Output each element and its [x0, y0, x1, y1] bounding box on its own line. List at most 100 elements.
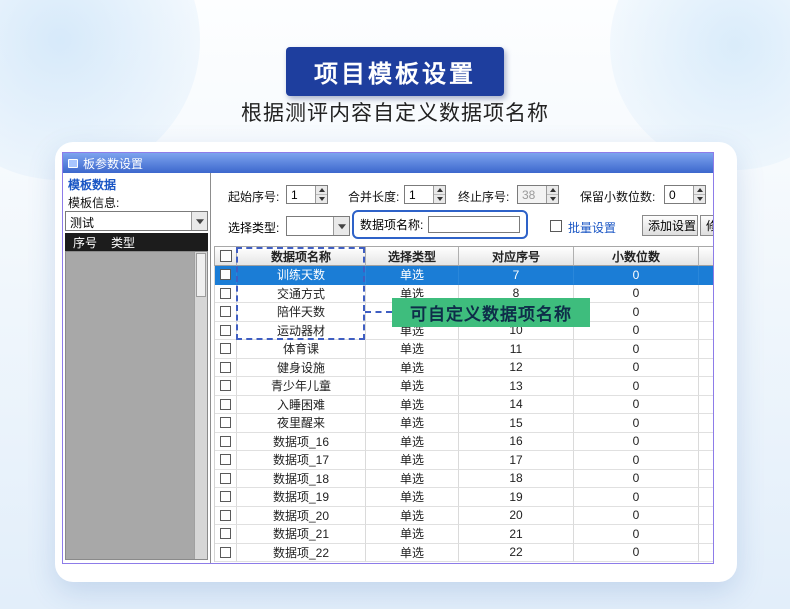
- table-row[interactable]: 健身设施 单选 12 0: [214, 359, 714, 378]
- row-checkbox[interactable]: [220, 343, 231, 354]
- cell-select-type: 单选: [366, 470, 459, 489]
- spinner-arrows[interactable]: [693, 186, 705, 203]
- row-checkbox[interactable]: [220, 528, 231, 539]
- sidebar-scrollbar[interactable]: [194, 252, 207, 559]
- chevron-down-icon[interactable]: [191, 212, 207, 230]
- header-index[interactable]: 对应序号: [459, 247, 574, 266]
- header-data-item-name[interactable]: 数据项名称: [237, 247, 366, 266]
- cell-data-item-name: 健身设施: [237, 359, 366, 378]
- cell-decimals: 0: [574, 507, 699, 526]
- table-row[interactable]: 数据项_21 单选 21 0: [214, 525, 714, 544]
- spin-down-icon[interactable]: [694, 195, 705, 203]
- cell-select-type: 单选: [366, 525, 459, 544]
- cell-select-type: 单选: [366, 507, 459, 526]
- row-checkbox-cell: [215, 451, 237, 470]
- spin-up-icon[interactable]: [434, 186, 445, 195]
- row-checkbox-cell: [215, 433, 237, 452]
- cell-decimals: 0: [574, 303, 699, 322]
- table-row[interactable]: 训练天数 单选 7 0: [214, 266, 714, 285]
- row-checkbox[interactable]: [220, 306, 231, 317]
- row-checkbox[interactable]: [220, 399, 231, 410]
- modify-setting-button[interactable]: 修改: [700, 215, 714, 236]
- add-setting-button[interactable]: 添加设置: [642, 215, 698, 236]
- row-checkbox[interactable]: [220, 325, 231, 336]
- start-index-label: 起始序号:: [228, 188, 279, 205]
- spin-up-icon[interactable]: [694, 186, 705, 195]
- table-row[interactable]: 数据项_19 单选 19 0: [214, 488, 714, 507]
- header-select-type[interactable]: 选择类型: [366, 247, 459, 266]
- cell-select-type: 单选: [366, 377, 459, 396]
- template-select[interactable]: 测试: [65, 211, 208, 231]
- table-row[interactable]: 体育课 单选 11 0: [214, 340, 714, 359]
- table-row[interactable]: 数据项_17 单选 17 0: [214, 451, 714, 470]
- sidebar-section-template-data[interactable]: 模板数据: [68, 176, 116, 193]
- sidebar-scrollbar-thumb[interactable]: [196, 253, 206, 297]
- spin-down-icon: [547, 195, 558, 203]
- row-checkbox[interactable]: [220, 473, 231, 484]
- row-checkbox[interactable]: [220, 491, 231, 502]
- chevron-down-icon[interactable]: [333, 217, 349, 235]
- template-select-value: 测试: [66, 212, 191, 230]
- spin-down-icon[interactable]: [434, 195, 445, 203]
- cell-extra: [699, 433, 714, 452]
- row-checkbox[interactable]: [220, 269, 231, 280]
- select-type-combo[interactable]: [286, 216, 350, 236]
- cell-select-type: 单选: [366, 266, 459, 285]
- start-index-value[interactable]: 1: [287, 186, 315, 203]
- row-checkbox[interactable]: [220, 417, 231, 428]
- decimal-places-spinner[interactable]: 0: [664, 185, 706, 204]
- cell-index: 21: [459, 525, 574, 544]
- table-row[interactable]: 青少年儿童 单选 13 0: [214, 377, 714, 396]
- merge-length-value[interactable]: 1: [405, 186, 433, 203]
- merge-length-spinner[interactable]: 1: [404, 185, 446, 204]
- cell-decimals: 0: [574, 340, 699, 359]
- table-row[interactable]: 夜里醒来 单选 15 0: [214, 414, 714, 433]
- table-row[interactable]: 数据项_22 单选 22 0: [214, 544, 714, 563]
- page-subtitle: 根据测评内容自定义数据项名称: [0, 97, 790, 127]
- cell-index: 19: [459, 488, 574, 507]
- window-titlebar[interactable]: 板参数设置: [63, 153, 713, 173]
- data-item-name-label: 数据项名称:: [360, 216, 423, 233]
- table-row[interactable]: 数据项_18 单选 18 0: [214, 470, 714, 489]
- spinner-arrows[interactable]: [315, 186, 327, 203]
- cell-extra: [699, 414, 714, 433]
- row-checkbox[interactable]: [220, 380, 231, 391]
- cell-decimals: 0: [574, 359, 699, 378]
- row-checkbox-cell: [215, 470, 237, 489]
- cell-index: 16: [459, 433, 574, 452]
- start-index-spinner[interactable]: 1: [286, 185, 328, 204]
- row-checkbox[interactable]: [220, 288, 231, 299]
- cell-extra: [699, 266, 714, 285]
- table-row[interactable]: 数据项_16 单选 16 0: [214, 433, 714, 452]
- cell-extra: [699, 544, 714, 563]
- spin-up-icon[interactable]: [316, 186, 327, 195]
- sidebar-column-index: 序号: [65, 234, 111, 251]
- table-row[interactable]: 入睡困难 单选 14 0: [214, 396, 714, 415]
- row-checkbox[interactable]: [220, 362, 231, 373]
- cell-extra: [699, 470, 714, 489]
- cell-select-type: 单选: [366, 433, 459, 452]
- spinner-arrows[interactable]: [433, 186, 445, 203]
- header-decimals[interactable]: 小数位数: [574, 247, 699, 266]
- row-checkbox[interactable]: [220, 436, 231, 447]
- table-row[interactable]: 数据项_20 单选 20 0: [214, 507, 714, 526]
- decimal-places-value[interactable]: 0: [665, 186, 693, 203]
- cell-select-type: 单选: [366, 544, 459, 563]
- batch-settings-checkbox[interactable]: [550, 220, 562, 232]
- cell-index: 20: [459, 507, 574, 526]
- row-checkbox[interactable]: [220, 547, 231, 558]
- batch-settings-label[interactable]: 批量设置: [568, 219, 616, 236]
- data-item-name-input[interactable]: [428, 216, 520, 233]
- cell-data-item-name: 青少年儿童: [237, 377, 366, 396]
- cell-decimals: 0: [574, 414, 699, 433]
- row-checkbox[interactable]: [220, 454, 231, 465]
- cell-select-type: 单选: [366, 396, 459, 415]
- cell-decimals: 0: [574, 488, 699, 507]
- row-checkbox[interactable]: [220, 510, 231, 521]
- cell-index: 15: [459, 414, 574, 433]
- select-all-checkbox[interactable]: [220, 250, 232, 262]
- window-title: 板参数设置: [83, 155, 143, 172]
- row-checkbox-cell: [215, 507, 237, 526]
- cell-decimals: 0: [574, 470, 699, 489]
- spin-down-icon[interactable]: [316, 195, 327, 203]
